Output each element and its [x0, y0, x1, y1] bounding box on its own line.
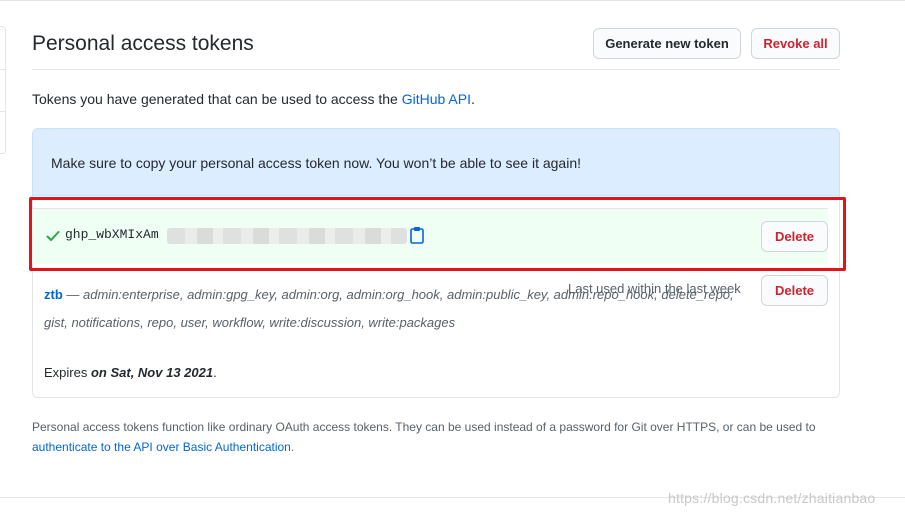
intro-text: Tokens you have generated that can be us…: [32, 91, 475, 107]
footer-note: Personal access tokens function like ord…: [32, 420, 816, 454]
new-token-row: ghp_wbXMIxAm Delete: [32, 208, 828, 264]
watermark: https://blog.csdn.net/zhaitianbao: [668, 490, 876, 506]
page-title: Personal access tokens: [32, 32, 254, 55]
flash-message: Make sure to copy your personal access t…: [51, 155, 581, 171]
clipboard-icon[interactable]: [409, 226, 425, 244]
github-api-link[interactable]: GitHub API: [402, 91, 471, 107]
token-name-link[interactable]: ztb: [44, 287, 63, 302]
page-header: Personal access tokens Generate new toke…: [32, 28, 840, 70]
token-value: ghp_wbXMIxAm: [65, 227, 159, 242]
delete-new-token-button[interactable]: Delete: [761, 221, 828, 252]
copy-warning-flash: Make sure to copy your personal access t…: [32, 128, 840, 196]
token-last-used: Last used within the last week: [568, 281, 741, 296]
revoke-all-button[interactable]: Revoke all: [751, 28, 840, 59]
generate-new-token-button[interactable]: Generate new token: [593, 28, 741, 59]
token-expires: Expires on Sat, Nov 13 2021.: [44, 365, 217, 380]
sidebar-edge: [0, 26, 6, 154]
delete-token-button[interactable]: Delete: [761, 275, 828, 306]
check-icon: [46, 231, 60, 241]
top-divider: [0, 0, 905, 1]
basic-auth-link[interactable]: authenticate to the API over Basic Authe…: [32, 440, 291, 454]
redacted-token-blur: [167, 228, 407, 244]
